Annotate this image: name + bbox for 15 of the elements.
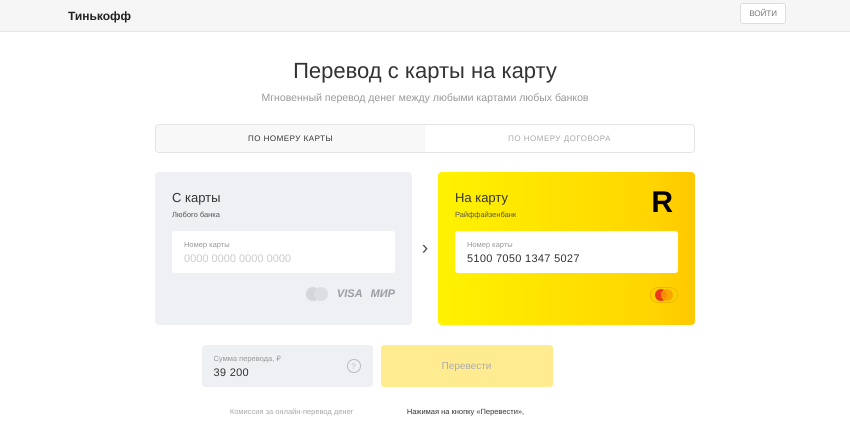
login-button[interactable]: ВОЙТИ xyxy=(740,3,786,24)
tab[interactable]: ПО НОМЕРУ КАРТЫ xyxy=(156,125,425,152)
page-title: Перевод с карты на карту xyxy=(293,58,557,84)
card-title: На карту xyxy=(454,190,508,205)
card-brand: VISA xyxy=(336,288,363,300)
field-value: 5100 7050 1347 5027 xyxy=(466,252,581,264)
bank-logo: R xyxy=(651,186,673,220)
logo[interactable]: Тинькофф xyxy=(68,8,132,22)
card-brand-icon xyxy=(650,287,678,303)
card-brand: МИР xyxy=(370,288,395,300)
arrow-glyph: › xyxy=(422,237,428,260)
card-brand-icon xyxy=(304,287,329,301)
card-title: С карты xyxy=(172,190,220,205)
page-subtitle: Мгновенный перевод денег между любыми картами любых банков xyxy=(261,92,588,104)
field-value: 39 200 xyxy=(214,367,250,379)
